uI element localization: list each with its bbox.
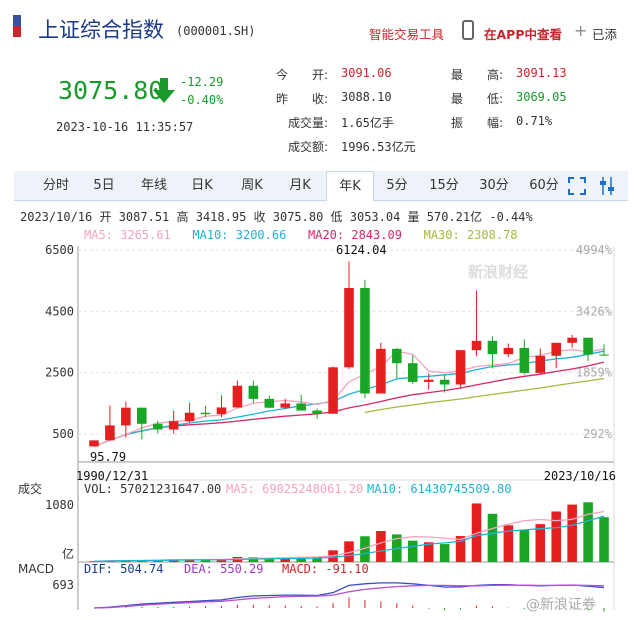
x-end-label: 2023/10/16 (544, 469, 616, 483)
candle-body (583, 337, 593, 355)
volume-bar (583, 502, 593, 562)
candle-body (168, 421, 179, 430)
candle-body (376, 348, 386, 394)
volume-ma10-legend: MA10: 61430745509.80 (367, 482, 512, 496)
volume-bar (439, 544, 450, 562)
kline-chart[interactable]: 6500 4994%4500 3426%2500 1859%500 292%新浪财经61… (0, 0, 634, 620)
candle-body (360, 287, 370, 394)
candle-body (392, 348, 402, 364)
volume-bar (487, 513, 498, 562)
macd-label: MACD (18, 562, 54, 576)
volume-top-tick: 1080 (45, 498, 74, 512)
footer-watermark: @新浪证券 (526, 597, 596, 613)
y-tick-label: 2500 (45, 366, 74, 380)
volume-bar (599, 517, 609, 562)
candle-body (439, 379, 450, 385)
macd-dif-legend: DIF: 504.74 (84, 562, 163, 576)
candle-body (89, 440, 99, 447)
candle-body (471, 340, 482, 351)
y-right-tick-label: 292% (583, 427, 613, 441)
volume-bar (376, 531, 386, 562)
candle-body (105, 425, 115, 441)
candle-body (567, 337, 577, 343)
candle-body (296, 403, 306, 411)
watermark-text: 新浪财经 (468, 263, 528, 281)
candle-body (503, 347, 514, 355)
candle-body (535, 355, 546, 373)
high-annotation: 6124.04 (336, 243, 387, 257)
volume-bar (535, 524, 546, 562)
candle-body (184, 412, 195, 422)
macd-dea-legend: DEA: 550.29 (184, 562, 263, 576)
macd-top-tick: 693 (52, 578, 74, 592)
candle-body (216, 407, 227, 415)
volume-unit: 亿 (62, 546, 74, 561)
candle-body (599, 354, 609, 356)
y-right-tick-label: 4994% (576, 243, 613, 257)
volume-bar (407, 540, 418, 562)
candle-body (280, 403, 291, 408)
candle-body (328, 367, 338, 414)
y-right-tick-label: 3426% (576, 304, 613, 318)
volume-ma5-legend: MA5: 69025248061.20 (226, 482, 363, 496)
candle-body (232, 385, 243, 408)
candle-body (248, 385, 259, 399)
x-start-label: 1990/12/31 (76, 469, 148, 483)
candle-body (407, 363, 418, 382)
candle-body (551, 342, 561, 356)
candle-body (264, 398, 275, 408)
candle-body (200, 412, 211, 415)
low-annotation: 95.79 (90, 450, 126, 464)
y-tick-label: 6500 (45, 243, 74, 257)
candle-body (455, 350, 466, 385)
volume-bar (551, 511, 561, 562)
macd-value-legend: MACD: -91.10 (282, 562, 369, 576)
y-tick-label: 500 (52, 427, 74, 441)
candle-body (344, 287, 354, 368)
volume-label: 成交 (18, 481, 42, 496)
candle-body (137, 407, 147, 424)
candle-body (312, 410, 322, 414)
y-tick-label: 4500 (45, 304, 74, 318)
candle-body (519, 347, 530, 373)
candle-body (423, 379, 434, 382)
volume-bar (567, 504, 577, 562)
volume-bar (519, 529, 530, 562)
volume-vol-legend: VOL: 57021231647.00 (84, 482, 221, 496)
candle-body (121, 407, 131, 426)
candle-body (487, 340, 498, 355)
candle-body (152, 423, 163, 430)
